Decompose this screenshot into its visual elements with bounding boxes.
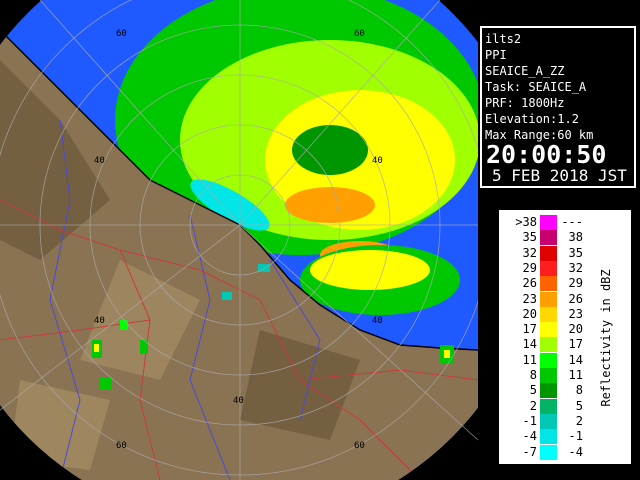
observation-time: 20:00:50 [486,140,607,169]
ring-label-40-se: 40 [372,316,383,326]
legend-high-value: --- [561,215,583,229]
legend-low-value: 17 [522,322,537,337]
legend-low-value: 23 [522,291,537,306]
legend-low-value: 26 [522,276,537,291]
legend-high-value: 8 [575,383,583,398]
scan-type: PPI [485,48,507,62]
legend-low-value: 2 [529,398,537,413]
ring-label-40-e: 40 [372,156,383,166]
legend-swatch [540,306,557,322]
legend-swatch [540,260,557,276]
legend-high-value: 23 [568,306,583,321]
product-name: SEAICE_A_ZZ [485,64,565,78]
ring-label-60-ne: 60 [354,29,365,39]
legend-swatch [540,383,557,399]
legend-swatch [540,322,557,338]
legend-swatch [540,398,557,414]
elevation-value: Elevation:1.2 [485,112,579,126]
legend-swatch [540,245,557,261]
radar-name: ilts2 [485,32,522,46]
legend-low-value: -4 [522,429,537,444]
echo-orange-patch [285,187,375,223]
radar-info-panel: ilts2 PPI SEAICE_A_ZZ Task: SEAICE_A PRF… [480,26,636,188]
legend-low-value: >38 [515,215,537,229]
legend-low-value: 20 [522,306,537,321]
legend-high-value: 17 [568,337,583,352]
ring-label-40-sw: 40 [94,316,105,326]
legend-high-value: -4 [568,444,583,459]
legend-swatch [540,429,557,445]
legend-high-value: 32 [568,260,583,275]
legend-title: Reflectivity in dBZ [599,269,613,407]
legend-swatch [540,444,557,460]
legend-swatch [540,215,557,230]
echo-green-hole [292,125,368,175]
legend-swatch [540,276,557,292]
legend-high-value: 14 [568,352,583,367]
legend-low-value: -7 [522,444,537,459]
legend-high-value: 20 [568,322,583,337]
legend-low-value: 5 [529,383,537,398]
legend-low-value: -1 [522,413,537,428]
reflectivity-legend: >38 --- 35 38 32 35 29 32 26 29 23 26 20 23 17 20 14 17 11… [499,210,631,464]
ring-label-60-se: 60 [354,441,365,451]
legend-high-value: 2 [575,413,583,428]
task-name: Task: SEAICE_A [485,80,587,94]
legend-swatch [540,368,557,383]
echo-yellow-lower [310,250,430,290]
legend-low-value: 14 [522,337,537,352]
ring-label-40-w: 40 [94,156,105,166]
legend-low-value: 29 [522,260,537,275]
observation-date: 5 FEB 2018 JST [492,166,627,185]
legend-swatch [540,291,557,307]
ring-label-40-s: 40 [233,396,244,406]
legend-low-value: 35 [522,230,537,245]
legend-low-value: 11 [522,352,537,367]
legend-high-value: 26 [568,291,583,306]
prf-value: PRF: 1800Hz [485,96,565,110]
legend-low-value: 32 [522,245,537,260]
legend-high-value: 38 [568,230,583,245]
radar-ppi-map: 60 60 40 40 40 40 40 60 60 [0,0,478,480]
legend-high-value: 35 [568,245,583,260]
ring-label-60-sw: 60 [116,441,127,451]
ring-label-60-nw: 60 [116,29,127,39]
legend-swatch [540,230,557,246]
legend-high-value: -1 [568,429,583,444]
legend-swatch [540,352,557,368]
legend-low-value: 8 [529,368,537,382]
legend-swatch [540,337,557,353]
legend-high-value: 29 [568,276,583,291]
legend-high-value: 11 [568,368,583,382]
legend-high-value: 5 [575,398,583,413]
legend-swatch [540,413,557,429]
